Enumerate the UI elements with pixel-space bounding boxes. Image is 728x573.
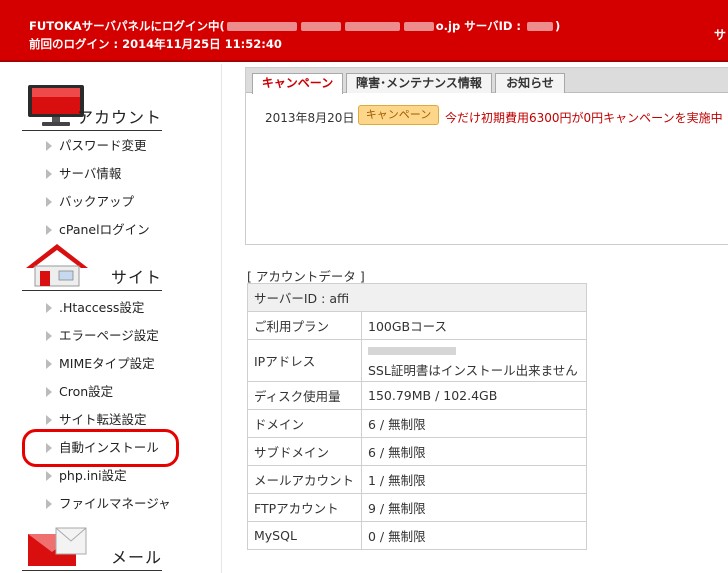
tab-campaign[interactable]: キャンペーン <box>252 73 343 94</box>
row-value: SSL証明書はインストール出来ません <box>368 362 578 378</box>
section-divider <box>22 130 162 131</box>
sidebar-item-mime-type[interactable]: MIMEタイプ設定 <box>46 353 155 372</box>
table-row: IPアドレス SSL証明書はインストール出来ません <box>247 339 587 382</box>
table-row: FTPアカウント 9 / 無制限 <box>247 493 587 522</box>
account-data-table: サーバーID : affi ご利用プラン 100GBコース IPアドレス SSL… <box>247 283 587 550</box>
server-id-label: o.jp サーバID : <box>435 19 526 33</box>
login-status-end: ) <box>555 19 561 33</box>
server-id-cell: サーバーID : affi <box>247 283 587 312</box>
row-key: サブドメイン <box>247 437 362 466</box>
last-login-text: 前回のログイン : 2014年11月25日 11:52:40 <box>29 37 282 51</box>
table-row: ご利用プラン 100GBコース <box>247 311 587 340</box>
section-title-account: アカウント <box>76 108 162 127</box>
redacted-text <box>300 22 341 31</box>
news-headline-link[interactable]: 今だけ初期費用6300円が0円キャンペーンを実施中 <box>445 109 723 126</box>
login-status-prefix: FUTOKAサーバパネルにログイン中( <box>29 19 225 33</box>
sidebar-item-cron[interactable]: Cron設定 <box>46 381 113 400</box>
redacted-ip <box>368 346 456 355</box>
triangle-right-icon <box>46 387 52 397</box>
triangle-right-icon <box>46 359 52 369</box>
section-account: アカウント <box>22 82 162 131</box>
triangle-right-icon <box>46 499 52 509</box>
section-title-mail: メール <box>110 548 162 567</box>
table-row: サーバーID : affi <box>247 283 587 312</box>
row-key: IPアドレス <box>247 339 362 382</box>
triangle-right-icon <box>46 415 52 425</box>
triangle-right-icon <box>46 225 52 235</box>
news-panel: キャンペーン 障害･メンテナンス情報 お知らせ 2013年8月20日 キャンペー… <box>245 67 728 245</box>
section-divider <box>22 290 162 291</box>
redacted-text <box>226 22 297 31</box>
triangle-right-icon <box>46 303 52 313</box>
sidebar-item-php-ini[interactable]: php.ini設定 <box>46 465 127 484</box>
row-key: FTPアカウント <box>247 493 362 522</box>
row-key: ドメイン <box>247 409 362 438</box>
triangle-right-icon <box>46 141 52 151</box>
sidebar-item-htaccess[interactable]: .Htaccess設定 <box>46 297 144 316</box>
section-title-site: サイト <box>110 268 162 287</box>
redacted-text <box>527 22 554 31</box>
sidebar-item-site-redirect[interactable]: サイト転送設定 <box>46 409 147 428</box>
triangle-right-icon <box>46 471 52 481</box>
row-key: ご利用プラン <box>247 311 362 340</box>
section-divider <box>22 570 162 571</box>
row-value: 150.79MB / 102.4GB <box>361 381 587 410</box>
row-value: 100GBコース <box>361 311 587 340</box>
house-icon <box>26 244 88 287</box>
triangle-right-icon <box>46 169 52 179</box>
table-row: メールアカウント 1 / 無制限 <box>247 465 587 494</box>
row-key: ディスク使用量 <box>247 381 362 410</box>
section-site: サイト <box>22 242 162 291</box>
highlight-circle <box>22 429 179 467</box>
tab-notices[interactable]: お知らせ <box>495 73 565 93</box>
login-status-text: FUTOKAサーバパネルにログイン中( o.jp サーバID : ) <box>29 18 560 34</box>
tab-bar: キャンペーン 障害･メンテナンス情報 お知らせ <box>246 68 728 94</box>
sidebar-item-backup[interactable]: バックアップ <box>46 191 134 210</box>
row-key: MySQL <box>247 521 362 550</box>
sidebar-item-cpanel-login[interactable]: cPanelログイン <box>46 219 150 238</box>
redacted-text <box>403 22 434 31</box>
envelope-icon <box>28 527 87 566</box>
sidebar: アカウント パスワード変更 サーバ情報 バックアップ cPanelログイン サイ… <box>0 64 222 573</box>
table-row: ドメイン 6 / 無制限 <box>247 409 587 438</box>
triangle-right-icon <box>46 331 52 341</box>
table-row: MySQL 0 / 無制限 <box>247 521 587 550</box>
section-mail: メール <box>22 522 162 571</box>
news-date: 2013年8月20日 <box>265 111 355 125</box>
tab-maintenance[interactable]: 障害･メンテナンス情報 <box>346 73 492 93</box>
sidebar-item-password[interactable]: パスワード変更 <box>46 135 147 154</box>
sidebar-item-server-info[interactable]: サーバ情報 <box>46 163 121 182</box>
sidebar-item-file-manager[interactable]: ファイルマネージャ <box>46 493 171 512</box>
row-value: 6 / 無制限 <box>361 409 587 438</box>
table-row: ディスク使用量 150.79MB / 102.4GB <box>247 381 587 410</box>
table-row: サブドメイン 6 / 無制限 <box>247 437 587 466</box>
row-value: 6 / 無制限 <box>361 437 587 466</box>
row-key: メールアカウント <box>247 465 362 494</box>
row-value: 1 / 無制限 <box>361 465 587 494</box>
top-header: FUTOKAサーバパネルにログイン中( o.jp サーバID : ) 前回のログイ… <box>0 0 728 62</box>
sidebar-item-error-page[interactable]: エラーページ設定 <box>46 325 159 344</box>
header-right-text[interactable]: サ <box>714 26 726 43</box>
redacted-text <box>344 22 400 31</box>
campaign-badge: キャンペーン <box>358 105 439 125</box>
row-value: 9 / 無制限 <box>361 493 587 522</box>
triangle-right-icon <box>46 197 52 207</box>
row-value: 0 / 無制限 <box>361 521 587 550</box>
ip-value-cell: SSL証明書はインストール出来ません <box>361 339 587 382</box>
